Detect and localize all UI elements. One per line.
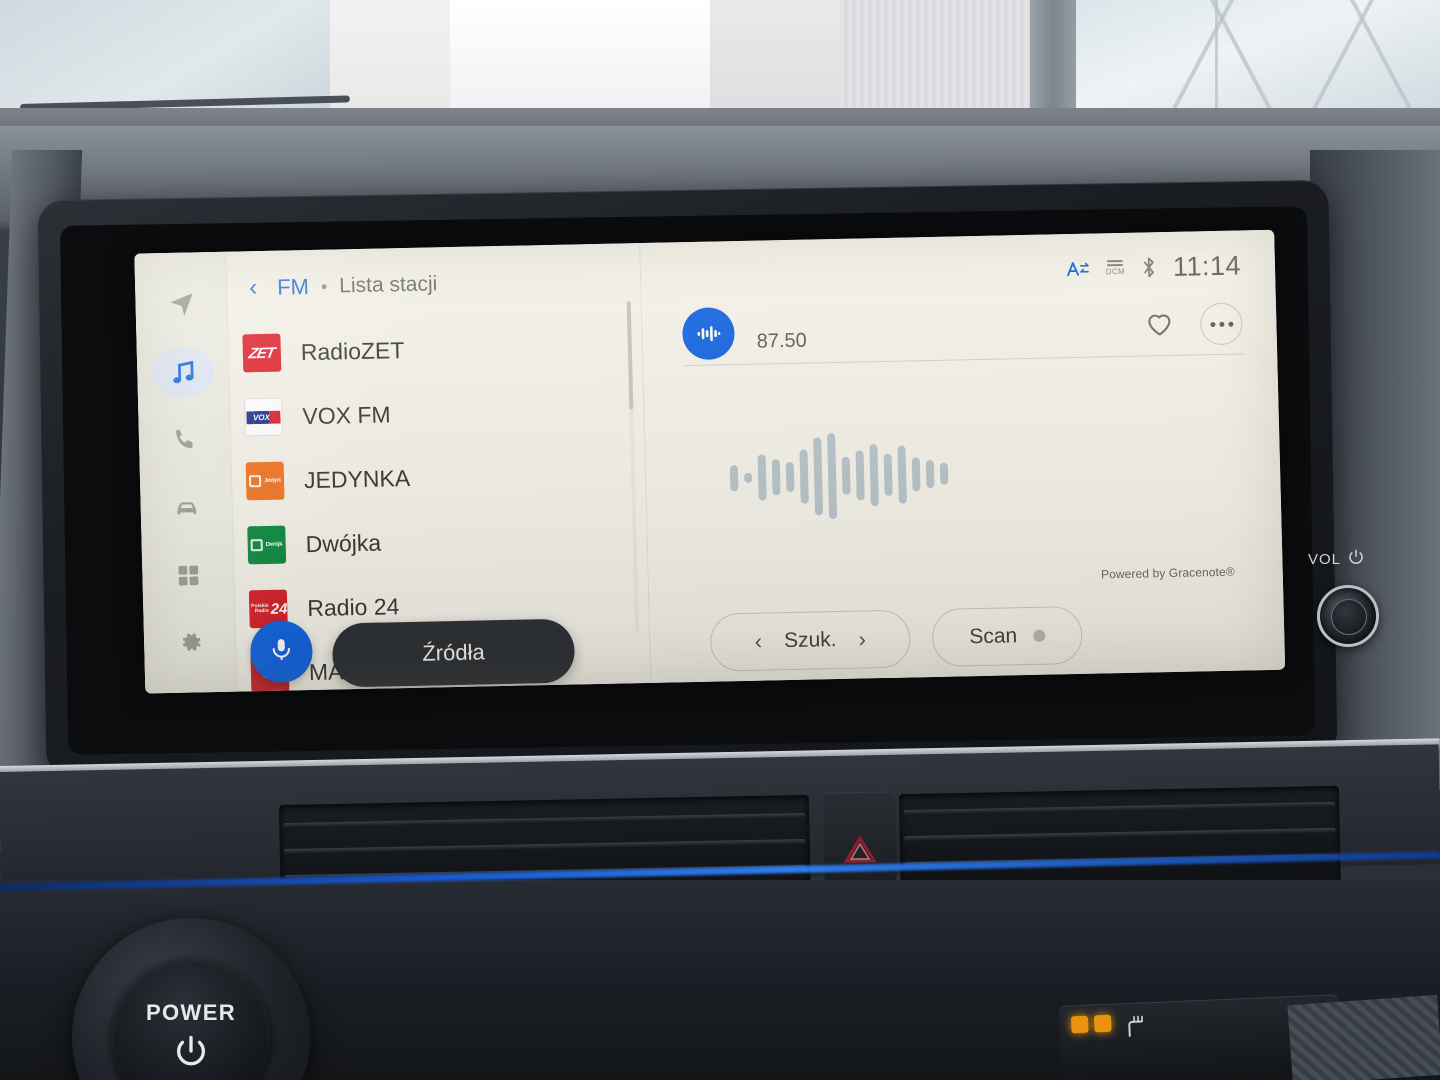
head-unit-bezel: ‹ FM • Lista stacji ZET RadioZET VOX VOX… xyxy=(37,179,1338,778)
waveform-bar xyxy=(939,462,949,485)
sources-button[interactable]: Źródła xyxy=(331,618,576,688)
list-item[interactable]: Jedynka JEDYNKA xyxy=(245,441,646,513)
car-icon xyxy=(171,492,202,523)
waveform-bar xyxy=(757,454,767,501)
gear-icon xyxy=(175,628,204,657)
waveform-bar xyxy=(813,437,824,516)
divider xyxy=(683,353,1244,367)
seek-label: Szuk. xyxy=(783,628,837,653)
station-logo-voxfm: VOX xyxy=(243,397,283,437)
seek-next-icon[interactable]: › xyxy=(858,626,866,652)
music-note-icon xyxy=(167,357,198,388)
waveform-bar xyxy=(925,459,935,489)
playback-controls[interactable]: ‹ Szuk. › Scan xyxy=(709,605,1083,672)
breadcrumb-source[interactable]: FM xyxy=(277,274,309,301)
phone-icon xyxy=(170,426,199,455)
navigation-arrow-icon xyxy=(166,289,197,320)
station-name: VOX FM xyxy=(302,400,391,429)
bluetooth-icon xyxy=(1141,255,1158,279)
power-symbol-icon xyxy=(172,1032,210,1075)
photo-scene: ‹ FM • Lista stacji ZET RadioZET VOX VOX… xyxy=(0,0,1440,1080)
now-playing-text: 87.50 xyxy=(683,299,1244,367)
dcm-signal-icon: DCM xyxy=(1106,260,1125,276)
more-options-icon[interactable] xyxy=(1199,302,1243,346)
apps-grid-icon xyxy=(175,562,202,589)
sources-button-label: Źródła xyxy=(421,639,485,666)
waveform-bar xyxy=(785,461,795,493)
waveform-bar xyxy=(855,450,865,501)
radio-waveform-icon xyxy=(681,307,736,361)
seek-prev-icon[interactable]: ‹ xyxy=(754,629,762,655)
volume-knob-label: VOL xyxy=(1308,548,1365,570)
seek-button[interactable]: ‹ Szuk. › xyxy=(709,609,912,672)
seat-heater-led-left xyxy=(1070,1015,1089,1034)
station-name: RadioZET xyxy=(300,336,405,365)
status-clock: 11:14 xyxy=(1172,249,1242,282)
seat-heater-icon xyxy=(1123,1013,1150,1049)
waveform-bar xyxy=(869,444,879,507)
station-name: Radio 24 xyxy=(306,592,400,621)
back-button[interactable]: ‹ xyxy=(249,274,266,301)
station-name: JEDYNKA xyxy=(303,464,411,493)
power-symbol-icon xyxy=(1347,548,1365,570)
breadcrumb-separator: • xyxy=(320,276,328,297)
audio-waveform-visualizer xyxy=(729,424,1247,521)
voice-mic-icon xyxy=(267,635,296,669)
now-playing-header: 87.50 xyxy=(681,296,1244,367)
status-bar: DCM 11:14 xyxy=(681,248,1242,294)
frequency-label: 87.50 xyxy=(756,329,808,353)
waveform-bar xyxy=(897,445,907,504)
sidebar-nav[interactable] xyxy=(134,251,238,694)
list-item[interactable]: VOX VOX FM xyxy=(243,377,645,449)
sidebar-item-navigation[interactable] xyxy=(149,278,212,331)
power-button[interactable]: POWER xyxy=(112,958,270,1080)
sidebar-item-apps[interactable] xyxy=(156,549,219,602)
floor-mat xyxy=(1287,994,1440,1080)
sidebar-item-settings[interactable] xyxy=(158,616,221,669)
sidebar-item-media[interactable] xyxy=(151,345,215,399)
list-item[interactable]: ZET RadioZET xyxy=(242,313,643,385)
waveform-bar xyxy=(827,433,838,520)
breadcrumb: ‹ FM • Lista stacji xyxy=(226,243,640,302)
waveform-bar xyxy=(883,453,893,496)
scan-status-dot xyxy=(1033,629,1046,642)
breadcrumb-page: Lista stacji xyxy=(338,272,438,298)
waveform-bar xyxy=(744,472,753,483)
waveform-bar xyxy=(771,459,781,496)
infotainment-screen[interactable]: ‹ FM • Lista stacji ZET RadioZET VOX VOX… xyxy=(134,229,1286,694)
text-size-icon xyxy=(1066,259,1091,279)
scan-label: Scan xyxy=(969,624,1018,649)
station-logo-radiozet: ZET xyxy=(242,333,282,373)
power-button-label: POWER xyxy=(145,999,237,1025)
sidebar-item-phone[interactable] xyxy=(153,413,216,466)
station-name: Dwójka xyxy=(305,529,382,557)
waveform-bar xyxy=(841,456,851,495)
station-logo-dwojka: Dwójka xyxy=(247,525,287,565)
waveform-bar xyxy=(911,457,921,492)
list-item[interactable]: Dwójka Dwójka xyxy=(247,505,648,577)
gracenote-attribution: Powered by Gracenote® xyxy=(1100,564,1235,582)
heart-icon[interactable] xyxy=(1144,308,1175,342)
volume-knob[interactable] xyxy=(1317,585,1379,647)
now-playing-actions[interactable] xyxy=(1144,296,1243,346)
station-logo-jedynka: Jedynka xyxy=(245,461,285,501)
waveform-bar xyxy=(729,465,739,492)
now-playing-panel: DCM 11:14 87.50 Powered by Gracenote® ‹ … xyxy=(640,230,1285,683)
sidebar-item-vehicle[interactable] xyxy=(155,481,218,534)
station-list-panel: ‹ FM • Lista stacji ZET RadioZET VOX VOX… xyxy=(226,243,652,693)
seat-heater-led-right xyxy=(1093,1014,1112,1033)
scan-button[interactable]: Scan xyxy=(931,605,1083,668)
waveform-bar xyxy=(799,449,809,504)
